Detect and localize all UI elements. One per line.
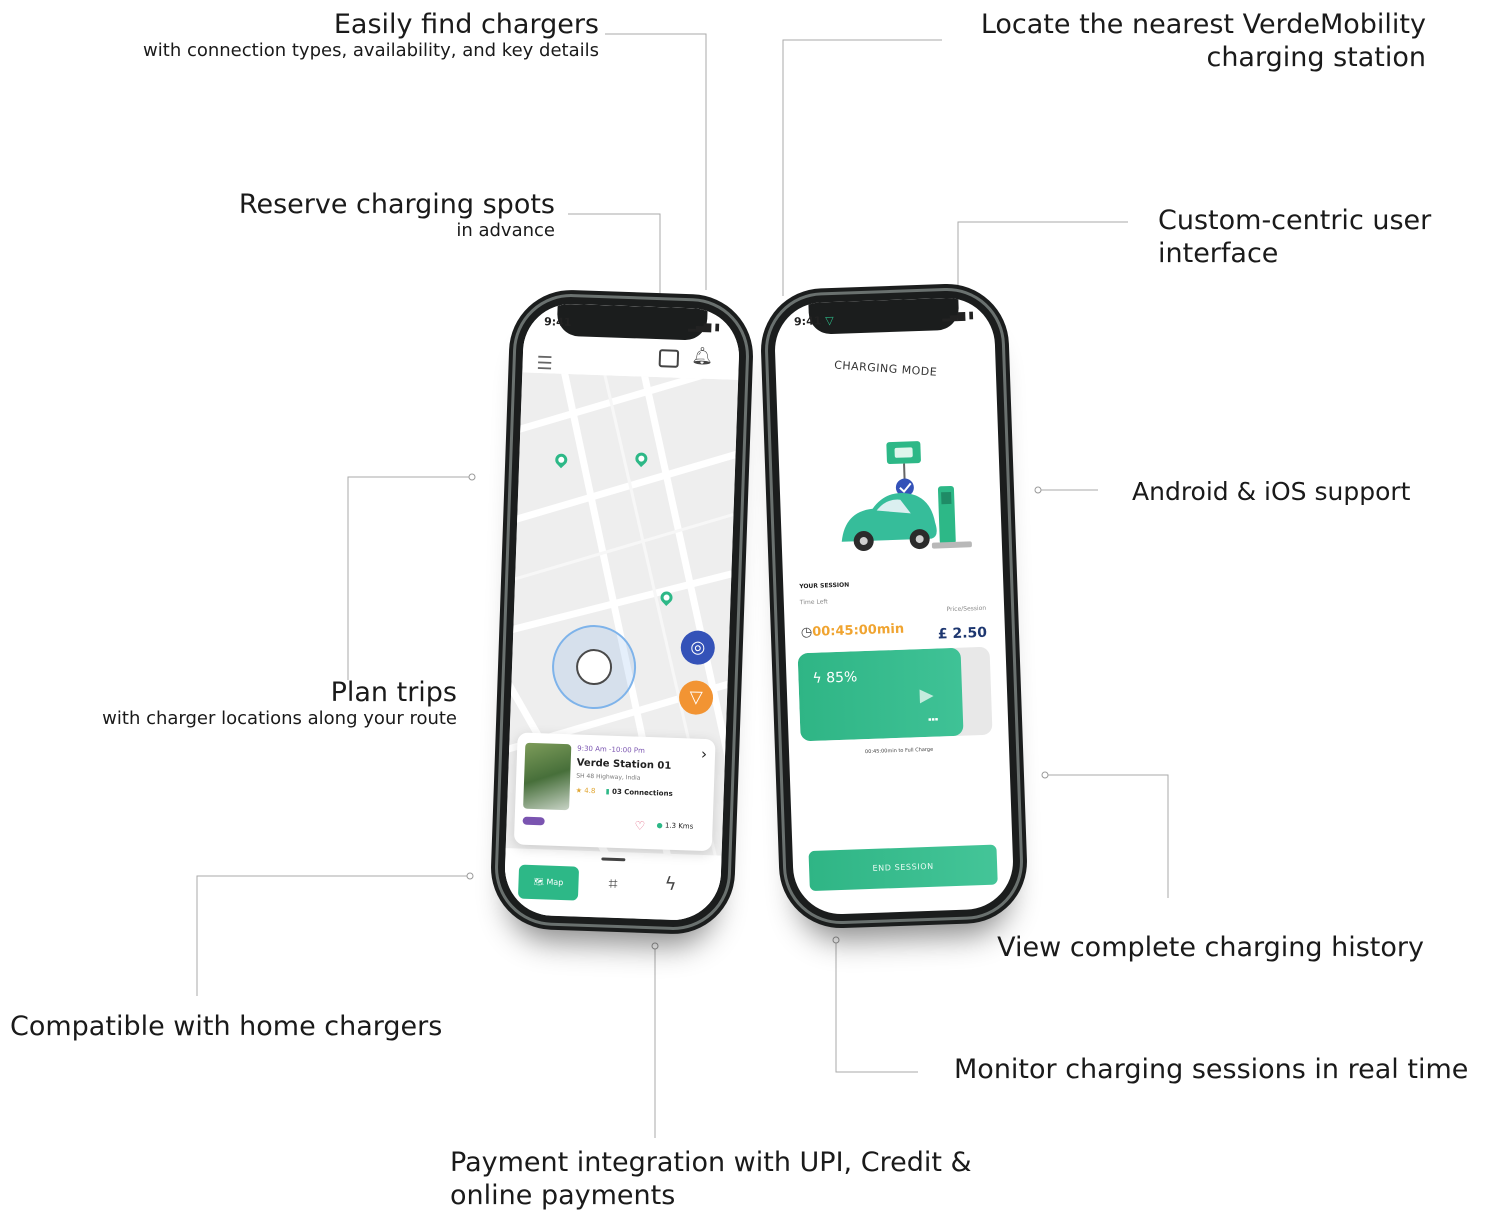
charging-phone: 9:41 ▽ ▂▄▆ ▮ CHARGING MODE YOUR SESSION … <box>758 281 1030 931</box>
callout-history: View complete charging history <box>997 931 1424 964</box>
callout-reserve: Reserve charging spots in advance <box>239 188 555 241</box>
status-time: 9:41 ▽ <box>794 314 834 328</box>
chevron-right-icon[interactable]: › <box>701 745 708 763</box>
callout-title: Monitor charging sessions in real time <box>954 1054 1469 1085</box>
charge-progress-fill <box>797 647 964 742</box>
nav-map-tab[interactable]: 🗺︎ Map <box>517 864 580 901</box>
distance-value: 1.3 Kms <box>664 821 694 831</box>
price-label: Price/Session <box>946 604 987 614</box>
status-time: 9:41 <box>543 315 572 330</box>
clock-icon: ◷ <box>800 624 813 641</box>
callout-title-line1: Custom-centric user <box>1158 205 1432 236</box>
status-time-value: 9:41 <box>793 314 822 329</box>
callout-platforms: Android & iOS support <box>1132 475 1410 508</box>
callout-custom-ui: Custom-centric user interface <box>1158 204 1431 270</box>
station-photo <box>523 742 572 811</box>
charging-screen: 9:41 ▽ ▂▄▆ ▮ CHARGING MODE YOUR SESSION … <box>773 296 1015 916</box>
charging-bolt-icon[interactable]: ϟ <box>664 874 677 895</box>
verde-logo-icon: ▽ <box>824 313 834 328</box>
scan-qr-icon[interactable]: ⌗ <box>608 874 618 894</box>
callout-payment: Payment integration with UPI, Credit & o… <box>450 1146 972 1212</box>
station-name: Verde Station 01 <box>576 757 672 772</box>
nav-map-label: Map <box>546 877 564 888</box>
callout-title-line2: online payments <box>450 1180 676 1211</box>
callout-subtitle: in advance <box>456 220 555 241</box>
callout-title: Reserve charging spots <box>238 189 555 220</box>
time-left-text: 00:45:00min <box>811 621 905 640</box>
callout-title: Compatible with home chargers <box>10 1011 443 1042</box>
signal-battery-icon: ▂▄▆ ▮ <box>688 321 721 334</box>
station-hours: 9:30 Am -10:00 Pm <box>577 744 646 755</box>
station-tag <box>522 816 546 826</box>
location-pin-icon: ● <box>656 821 663 830</box>
callout-title: Easily find chargers <box>333 9 599 40</box>
your-session-label: YOUR SESSION <box>799 581 850 591</box>
callout-monitor: Monitor charging sessions in real time <box>954 1053 1468 1086</box>
signal-battery-icon: ▂▄▆ ▮ <box>941 310 975 323</box>
charge-tag: ▪▪▪ <box>927 716 939 723</box>
car-charging-illustration <box>841 441 972 552</box>
station-connections: ▮ 03 Connections <box>606 788 673 798</box>
play-icon: ▶ <box>919 684 934 707</box>
callout-title: View complete charging history <box>997 932 1424 963</box>
callout-title: Plan trips <box>330 677 457 708</box>
connections-value: 03 Connections <box>611 787 673 798</box>
time-to-full-charge: 00:45:00min to Full Charge <box>864 746 934 756</box>
callout-subtitle: with connection types, availability, and… <box>143 40 599 61</box>
hamburger-menu-icon[interactable]: ☰ <box>536 353 553 375</box>
station-card[interactable]: 9:30 Am -10:00 Pm Verde Station 01 SH 48… <box>513 732 716 852</box>
callout-plan-trips: Plan trips with charger locations along … <box>102 676 457 729</box>
time-left-value: ◷00:45:00min <box>801 622 905 641</box>
callout-title-line1: Payment integration with UPI, Credit & <box>450 1147 972 1178</box>
plug-icon: ▮ <box>605 787 610 796</box>
bottom-nav: 🗺︎ Map ⌗ ϟ <box>503 848 722 922</box>
station-rating: ★ 4.8 <box>575 786 596 796</box>
charge-percent: ϟ 85% <box>812 669 858 687</box>
rating-value: 4.8 <box>584 786 596 796</box>
wallet-icon[interactable] <box>658 349 680 368</box>
callout-title-line2: charging station <box>1206 42 1426 73</box>
callout-nearest-station: Locate the nearest VerdeMobility chargin… <box>981 8 1426 74</box>
map-screen: 9:41 ▂▄▆ ▮ ☰ 🔔︎ ◎ ▽ 9:30 Am -10:00 Pm Ve… <box>503 302 741 922</box>
charge-percent-value: 85% <box>825 669 858 687</box>
end-session-button[interactable]: END SESSION <box>808 844 998 892</box>
price-value: £ 2.50 <box>937 624 988 643</box>
charging-mode-title: CHARGING MODE <box>833 358 938 379</box>
phone-notch <box>556 303 708 341</box>
favorite-heart-icon[interactable]: ♡ <box>634 819 645 833</box>
drag-handle[interactable] <box>601 857 626 862</box>
charge-progress-bar: ϟ 85% ▶ ▪▪▪ <box>797 646 993 742</box>
callout-subtitle: with charger locations along your route <box>102 708 457 729</box>
callout-title-line2: interface <box>1158 238 1279 269</box>
callout-find-chargers: Easily find chargers with connection typ… <box>143 8 599 61</box>
map-phone: 9:41 ▂▄▆ ▮ ☰ 🔔︎ ◎ ▽ 9:30 Am -10:00 Pm Ve… <box>488 287 756 937</box>
callout-title: Android & iOS support <box>1132 477 1411 506</box>
callout-title-line1: Locate the nearest VerdeMobility <box>980 9 1426 40</box>
station-address: SH 48 Highway, India <box>576 772 641 782</box>
bell-icon[interactable]: 🔔︎ <box>691 346 713 367</box>
time-left-label: Time Left <box>799 598 828 607</box>
callout-home-chargers: Compatible with home chargers <box>10 1010 442 1043</box>
station-distance: ● 1.3 Kms <box>656 821 693 830</box>
